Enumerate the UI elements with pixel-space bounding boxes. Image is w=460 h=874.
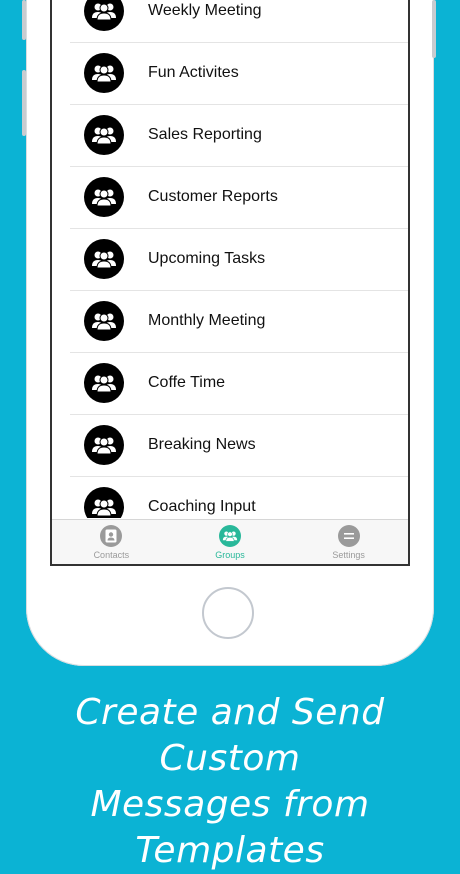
- group-avatar: [84, 301, 124, 341]
- group-row[interactable]: Customer Reports: [70, 166, 408, 229]
- group-icon: [92, 437, 116, 455]
- group-icon: [92, 189, 116, 207]
- group-name: Monthly Meeting: [148, 312, 266, 329]
- group-row[interactable]: Weekly Meeting: [70, 0, 408, 43]
- settings-icon: [337, 525, 360, 547]
- group-icon: [92, 127, 116, 145]
- group-avatar: [84, 425, 124, 465]
- group-name: Customer Reports: [148, 188, 278, 205]
- group-row[interactable]: Upcoming Tasks: [70, 228, 408, 291]
- contact-card-icon: [100, 525, 123, 547]
- group-icon: [92, 251, 116, 269]
- tab-groups[interactable]: Groups: [171, 520, 290, 564]
- tab-label: Settings: [332, 550, 365, 560]
- group-avatar: [84, 239, 124, 279]
- group-name: Breaking News: [148, 436, 256, 453]
- group-avatar: [84, 115, 124, 155]
- group-name: Weekly Meeting: [148, 2, 262, 19]
- group-avatar: [84, 0, 124, 31]
- group-row[interactable]: Monthly Meeting: [70, 290, 408, 353]
- group-icon: [219, 525, 241, 547]
- tab-bar: Contacts Groups Settings: [52, 519, 408, 564]
- tab-contacts[interactable]: Contacts: [52, 520, 171, 564]
- caption-line: Create and Send Custom: [75, 692, 385, 779]
- group-row[interactable]: Coaching Input: [70, 476, 408, 518]
- group-avatar: [84, 487, 124, 518]
- group-name: Coaching Input: [148, 498, 256, 515]
- promo-caption: Create and Send Custom Messages from Tem…: [0, 690, 460, 874]
- caption-line: Messages from Templates: [90, 784, 370, 871]
- home-button[interactable]: [202, 587, 254, 639]
- group-icon: [92, 375, 116, 393]
- group-icon: [92, 499, 116, 517]
- group-row[interactable]: Breaking News: [70, 414, 408, 477]
- group-avatar: [84, 363, 124, 403]
- group-name: Upcoming Tasks: [148, 250, 266, 267]
- group-icon: [92, 3, 116, 21]
- tab-label: Contacts: [93, 550, 130, 560]
- groups-list: Weekly Meeting Fun Activites Sales Repor…: [52, 0, 408, 518]
- group-name: Sales Reporting: [148, 126, 262, 143]
- tab-label: Groups: [215, 550, 245, 560]
- power-button: [432, 0, 436, 58]
- group-avatar: [84, 53, 124, 93]
- app-screen: Weekly Meeting Fun Activites Sales Repor…: [50, 0, 410, 566]
- volume-button: [22, 70, 26, 136]
- group-row[interactable]: Fun Activites: [70, 42, 408, 105]
- group-avatar: [84, 177, 124, 217]
- volume-button: [22, 0, 26, 40]
- group-icon: [92, 313, 116, 331]
- group-name: Fun Activites: [148, 64, 239, 81]
- group-icon: [92, 65, 116, 83]
- group-name: Coffe Time: [148, 374, 226, 391]
- group-row[interactable]: Coffe Time: [70, 352, 408, 415]
- tab-settings[interactable]: Settings: [289, 520, 408, 564]
- group-row[interactable]: Sales Reporting: [70, 104, 408, 167]
